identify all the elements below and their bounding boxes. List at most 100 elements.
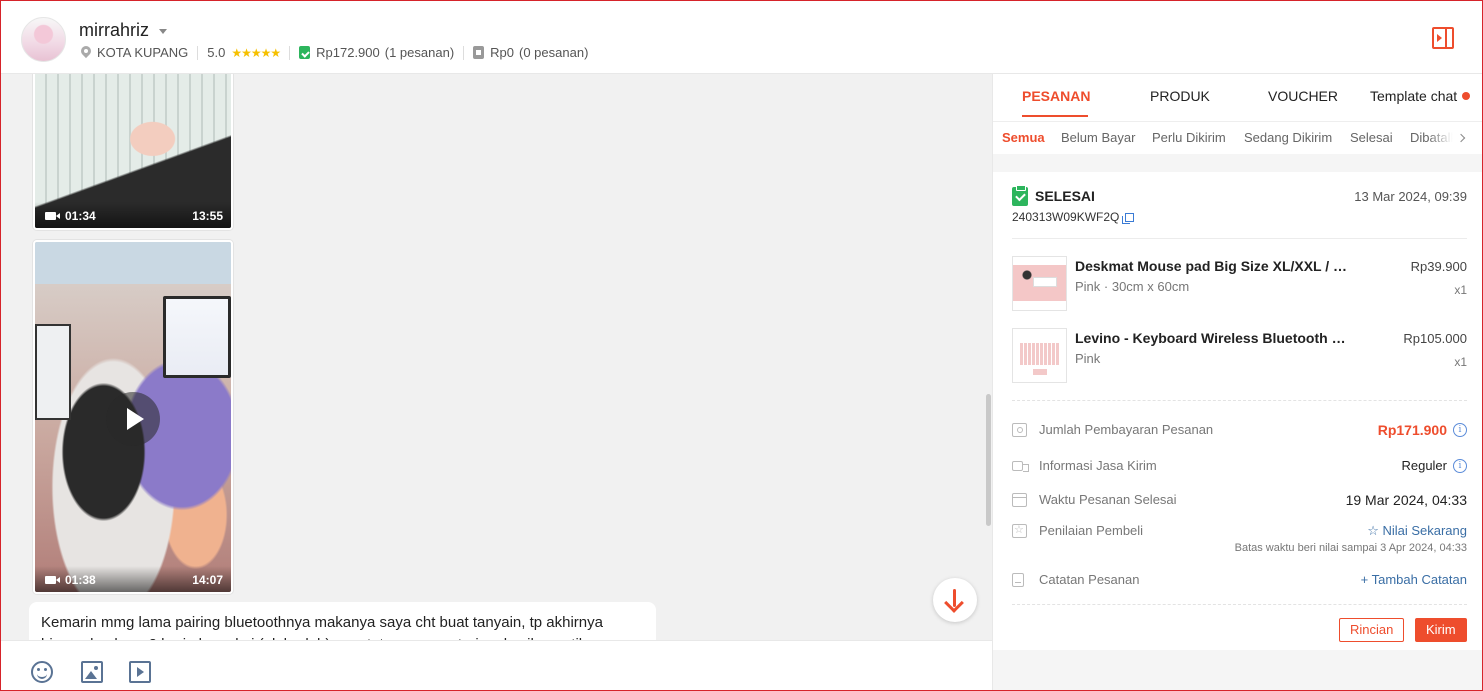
subtab-selesai[interactable]: Selesai [1350,130,1393,145]
detail-button[interactable]: Rincian [1339,618,1405,642]
video-message[interactable]: 01:38 14:07 [33,240,233,594]
message-time: 14:07 [192,573,223,587]
product-image [1012,256,1067,311]
other-count: (0 pesanan) [519,45,589,60]
video-info-bar: 01:34 13:55 [35,202,231,228]
order-card: SELESAI 13 Mar 2024, 09:39 240313W09KWF2… [993,172,1483,650]
order-id: 240313W09KWF2Q [1012,210,1135,224]
buyer-rating: 5.0 [207,45,226,60]
chat-messages[interactable]: 01:34 13:55 01:38 14:07 Kemarin mmg lama… [1,74,992,640]
panel-tabs: PESANAN PRODUK VOUCHER Template chat [993,74,1483,118]
product-price: Rp39.900 [1410,259,1467,274]
shipping-value: Reguler i [1401,458,1467,473]
buyer-meta: KOTA KUPANG 5.0 ★★★★★ Rp172.900 (1 pesan… [81,45,588,60]
review-deadline: Batas waktu beri nilai sampai 3 Apr 2024… [1234,542,1467,554]
active-tab-indicator [1022,115,1088,117]
payment-icon [1012,423,1027,437]
video-icon[interactable] [129,661,151,683]
add-note-link[interactable]: + Tambah Catatan [1361,572,1467,587]
laptop-screen [163,296,231,378]
video-camera-icon [45,576,60,584]
video-info-bar: 01:38 14:07 [35,566,231,592]
order-status-row: SELESAI 13 Mar 2024, 09:39 [1012,185,1467,208]
product-variant: Pink · 30cm x 60cm [1075,279,1190,294]
product-variant: Pink [1075,351,1101,366]
completed-clipboard-icon [1012,185,1028,206]
divider [1012,604,1467,605]
note-icon [1012,573,1024,587]
video-duration: 01:38 [65,573,96,587]
cancelled-orders-icon [473,46,485,59]
divider [1012,400,1467,401]
tab-pesanan[interactable]: PESANAN [1022,88,1090,104]
section-gap [993,154,1483,172]
monitor-screen [35,324,71,420]
video-message[interactable]: 01:34 13:55 [33,74,233,230]
other-amount: Rp0 [490,45,515,60]
scroll-to-bottom-button[interactable] [933,578,977,622]
payment-value: Rp171.900 i [1378,422,1467,438]
image-icon[interactable] [81,661,103,683]
divider [463,45,465,60]
order-item[interactable]: Levino - Keyboard Wireless Bluetooth Min… [1012,328,1467,384]
note-label: Catatan Pesanan [1039,572,1140,587]
order-date: 13 Mar 2024, 09:39 [1354,189,1467,204]
shipping-label: Informasi Jasa Kirim [1039,458,1157,473]
buyer-location: KOTA KUPANG [97,45,189,60]
truck-icon [1012,461,1029,472]
review-label: Penilaian Pembeli [1039,523,1144,538]
completed-amount: Rp172.900 [316,45,380,60]
order-status: SELESAI [1035,188,1095,204]
subtab-belum-bayar[interactable]: Belum Bayar [1061,130,1135,145]
message-time: 13:55 [192,209,223,223]
divider [197,45,199,60]
product-name: Levino - Keyboard Wireless Bluetooth Min… [1075,330,1355,346]
composer-toolbar [1,640,992,690]
buyer-username[interactable]: mirrahriz [79,20,167,41]
copy-icon[interactable] [1122,212,1135,224]
rate-now-link[interactable]: ☆ Nilai Sekarang [1367,523,1467,539]
shipping-row: Informasi Jasa Kirim Reguler i [1012,458,1467,478]
tab-produk[interactable]: PRODUK [1150,88,1210,104]
divider [1012,238,1467,239]
product-image [1012,328,1067,383]
chat-header: mirrahriz KOTA KUPANG 5.0 ★★★★★ Rp172.90… [1,1,1482,74]
subtab-sedang-dikirim[interactable]: Sedang Dikirim [1244,130,1332,145]
send-button[interactable]: Kirim [1415,618,1467,642]
divider [289,45,291,60]
completed-orders-icon [299,46,311,59]
review-deadline-row: Batas waktu beri nilai sampai 3 Apr 2024… [1012,542,1467,558]
subtab-semua[interactable]: Semua [1002,130,1045,145]
text-message: Kemarin mmg lama pairing bluetoothnya ma… [29,602,656,640]
subtab-perlu-dikirim[interactable]: Perlu Dikirim [1152,130,1226,145]
payment-row: Jumlah Pembayaran Pesanan Rp171.900 i [1012,422,1467,442]
order-panel: PESANAN PRODUK VOUCHER Template chat Sem… [992,74,1483,690]
notification-dot-icon [1462,92,1471,100]
video-duration: 01:34 [65,209,96,223]
info-icon[interactable]: i [1453,458,1467,473]
product-qty: x1 [1454,283,1467,297]
rating-stars-icon: ★★★★★ [231,45,281,60]
completed-count: (1 pesanan) [384,45,455,60]
panel-footer [993,650,1483,690]
completed-time-value: 19 Mar 2024, 04:33 [1345,492,1467,508]
review-row: Penilaian Pembeli ☆ Nilai Sekarang [1012,523,1467,543]
product-qty: x1 [1454,355,1467,369]
calendar-icon [1012,493,1027,507]
avatar[interactable] [21,17,66,62]
order-status-filter: Semua Belum Bayar Perlu Dikirim Sedang D… [993,121,1483,154]
video-camera-icon [45,212,60,220]
completed-time-row: Waktu Pesanan Selesai 19 Mar 2024, 04:33 [1012,492,1467,512]
product-price: Rp105.000 [1403,331,1467,346]
review-icon [1012,523,1027,538]
scrollbar[interactable] [986,394,991,526]
chevron-down-icon[interactable] [159,29,167,34]
emoji-icon[interactable] [31,661,53,683]
collapse-panel-icon[interactable] [1432,27,1454,49]
order-item[interactable]: Deskmat Mouse pad Big Size XL/XXL / Gami… [1012,256,1467,312]
info-icon[interactable]: i [1453,423,1467,437]
play-icon[interactable] [106,392,160,446]
tab-template-chat[interactable]: Template chat [1370,88,1471,104]
payment-label: Jumlah Pembayaran Pesanan [1039,422,1214,437]
tab-voucher[interactable]: VOUCHER [1268,88,1338,104]
